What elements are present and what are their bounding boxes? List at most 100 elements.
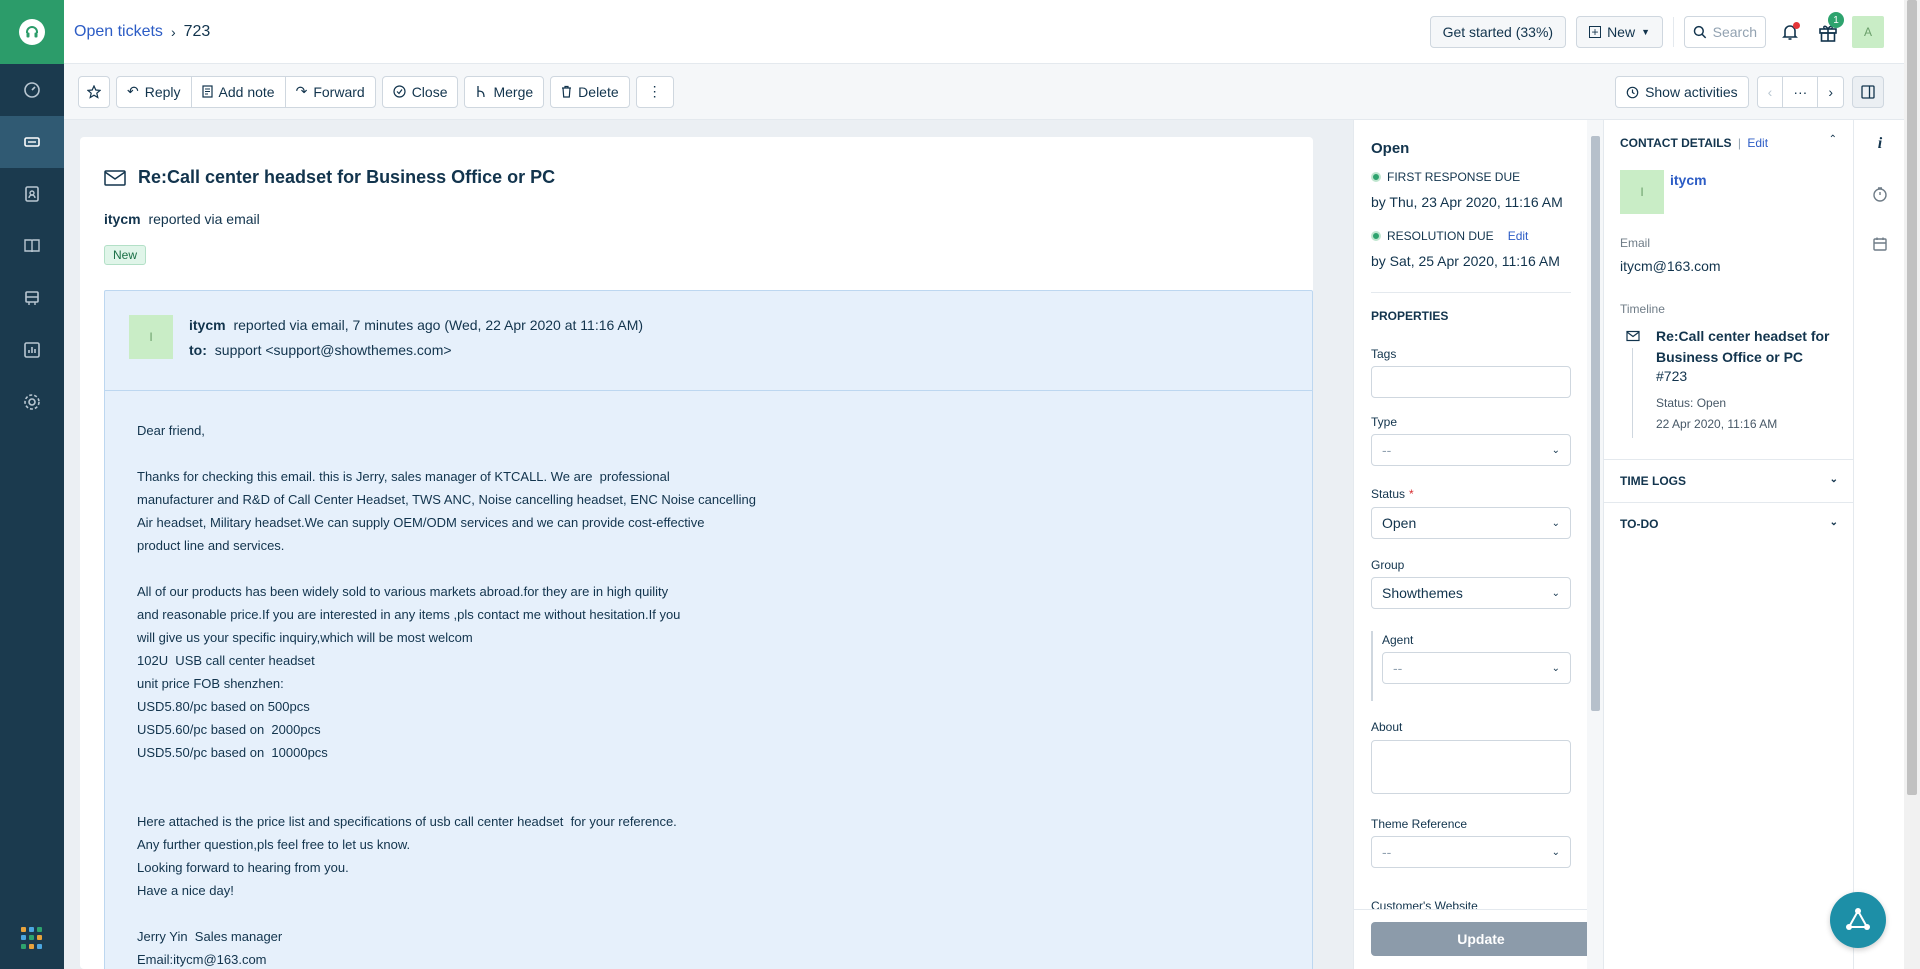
left-nav xyxy=(0,0,64,969)
chevron-down-icon: ⌄ xyxy=(1551,846,1560,858)
freddy-assistant-button[interactable] xyxy=(1830,892,1886,948)
message-line: Dear friend, xyxy=(137,423,205,438)
agent-indent-bar xyxy=(1371,631,1373,701)
sender-avatar: I xyxy=(129,315,173,359)
more-actions-button[interactable]: ⋮ xyxy=(635,75,674,108)
info-icon[interactable]: i xyxy=(1870,134,1890,154)
get-started-label: Get started (33%) xyxy=(1442,24,1554,40)
message-line: unit price FOB shenzhen: xyxy=(137,676,284,691)
message-line: Looking forward to hearing from you. xyxy=(137,860,349,875)
timeline-ticket-title[interactable]: Re:Call center headset for Business Offi… xyxy=(1656,326,1836,368)
contact-name-link[interactable]: itycm xyxy=(1670,172,1707,188)
status-label-text: Status xyxy=(1371,487,1406,501)
timer-icon[interactable] xyxy=(1870,184,1890,204)
resolution-edit-link[interactable]: Edit xyxy=(1508,229,1529,243)
email-envelope-icon xyxy=(104,169,126,186)
time-logs-section[interactable]: Time logs ⌄ xyxy=(1604,459,1854,502)
reply-icon: ↶ xyxy=(127,83,139,99)
message-line: manufacturer and R&D of Call Center Head… xyxy=(137,492,756,507)
requester-name[interactable]: itycm xyxy=(104,211,141,227)
contact-avatar: I xyxy=(1620,170,1664,214)
kebab-menu-icon: ⋮ xyxy=(647,83,662,99)
apps-grid-icon[interactable] xyxy=(21,927,43,949)
nav-admin[interactable] xyxy=(0,376,64,428)
show-activities-button[interactable]: Show activities xyxy=(1615,76,1749,108)
time-logs-title: Time logs xyxy=(1620,474,1686,488)
chevron-down-icon: ⌄ xyxy=(1551,444,1560,456)
page-scrollbar-thumb[interactable] xyxy=(1907,0,1917,795)
nav-tickets[interactable] xyxy=(0,116,64,168)
gift-button[interactable]: 1 xyxy=(1814,12,1844,48)
previous-ticket-button[interactable]: ‹ xyxy=(1756,76,1784,108)
sender-name[interactable]: itycm xyxy=(189,317,226,333)
search-input[interactable]: Search xyxy=(1684,16,1766,48)
agent-select[interactable]: -- ⌄ xyxy=(1382,652,1571,684)
timeline-ticket-id: #723 xyxy=(1656,368,1688,384)
delete-label: Delete xyxy=(578,83,619,100)
close-label: Close xyxy=(411,83,448,100)
chevron-right-icon: › xyxy=(1828,84,1833,100)
new-plus-icon: + xyxy=(1589,26,1602,38)
notifications-button[interactable] xyxy=(1776,16,1804,48)
contacts-icon xyxy=(25,186,39,202)
add-note-button[interactable]: Add note xyxy=(190,75,286,108)
sla-on-track-icon xyxy=(1371,231,1381,241)
contact-details-title: Contact details xyxy=(1620,136,1732,150)
nav-solutions[interactable] xyxy=(0,220,64,272)
add-note-label: Add note xyxy=(218,83,275,100)
forward-button[interactable]: ↷ Forward xyxy=(284,75,376,108)
todo-section[interactable]: To-do ⌄ xyxy=(1604,502,1854,545)
update-button[interactable]: Update xyxy=(1371,922,1591,956)
agent-value: -- xyxy=(1393,660,1403,676)
freshdesk-logo[interactable] xyxy=(0,0,64,64)
close-ticket-button[interactable]: Close xyxy=(381,75,459,108)
chevron-down-icon: ⌄ xyxy=(1551,662,1560,674)
top-header: Open tickets › 723 Get started (33%) + N… xyxy=(64,0,1904,64)
message-line: USD5.50/pc based on 10000pcs xyxy=(137,745,328,760)
reply-button[interactable]: ↶ Reply xyxy=(116,75,192,108)
nav-forums[interactable] xyxy=(0,272,64,324)
nav-reports[interactable] xyxy=(0,324,64,376)
scrollbar-thumb[interactable] xyxy=(1591,136,1600,711)
group-select[interactable]: Showthemes ⌄ xyxy=(1371,577,1571,609)
message-sender-line: itycm reported via email, 7 minutes ago … xyxy=(189,317,643,333)
tags-input[interactable] xyxy=(1371,366,1571,398)
properties-scrollbar[interactable] xyxy=(1587,120,1603,969)
star-button[interactable] xyxy=(78,75,110,108)
group-label: Group xyxy=(1371,558,1405,572)
get-started-button[interactable]: Get started (33%) xyxy=(1429,16,1567,48)
sender-meta: reported via email, 7 minutes ago (Wed, … xyxy=(233,317,644,333)
ticket-nav-more-button[interactable]: ··· xyxy=(1782,76,1819,108)
page-scrollbar[interactable] xyxy=(1904,0,1920,969)
about-textarea[interactable] xyxy=(1371,740,1571,794)
contact-edit-link[interactable]: Edit xyxy=(1747,136,1768,150)
timeline-label: Timeline xyxy=(1620,302,1665,316)
user-avatar[interactable]: A xyxy=(1852,16,1884,48)
contact-email: itycm@163.com xyxy=(1620,258,1721,274)
new-dropdown-button[interactable]: + New ▼ xyxy=(1576,16,1663,48)
nav-contacts[interactable] xyxy=(0,168,64,220)
ticket-details-pane: Re:Call center headset for Business Offi… xyxy=(80,137,1313,969)
calendar-icon[interactable] xyxy=(1870,234,1890,254)
email-label: Email xyxy=(1620,236,1651,250)
star-icon xyxy=(87,84,101,99)
message-line: USD5.80/pc based on 500pcs xyxy=(137,699,310,714)
merge-button[interactable]: Merge xyxy=(464,75,545,108)
search-placeholder: Search xyxy=(1712,24,1757,40)
message-line xyxy=(137,787,1280,810)
breadcrumb-open-tickets[interactable]: Open tickets xyxy=(74,23,163,41)
first-response-due: First response due xyxy=(1371,170,1520,184)
tags-label: Tags xyxy=(1371,347,1397,361)
nav-dashboard[interactable] xyxy=(0,64,64,116)
ticket-toolbar: ↶ Reply Add note ↷ Forward Close Merge Del… xyxy=(64,64,1904,120)
next-ticket-button[interactable]: › xyxy=(1817,76,1844,108)
theme-reference-select[interactable]: -- ⌄ xyxy=(1371,836,1571,868)
status-select[interactable]: Open ⌄ xyxy=(1371,507,1571,539)
chevron-up-icon[interactable]: ⌃ xyxy=(1829,134,1837,145)
message-line xyxy=(137,442,1280,465)
delete-button[interactable]: Delete xyxy=(550,75,630,108)
ellipsis-icon: ··· xyxy=(1793,84,1808,100)
tickets-icon xyxy=(24,137,40,147)
toggle-sidebar-button[interactable] xyxy=(1852,76,1884,108)
type-select[interactable]: -- ⌄ xyxy=(1371,434,1571,466)
